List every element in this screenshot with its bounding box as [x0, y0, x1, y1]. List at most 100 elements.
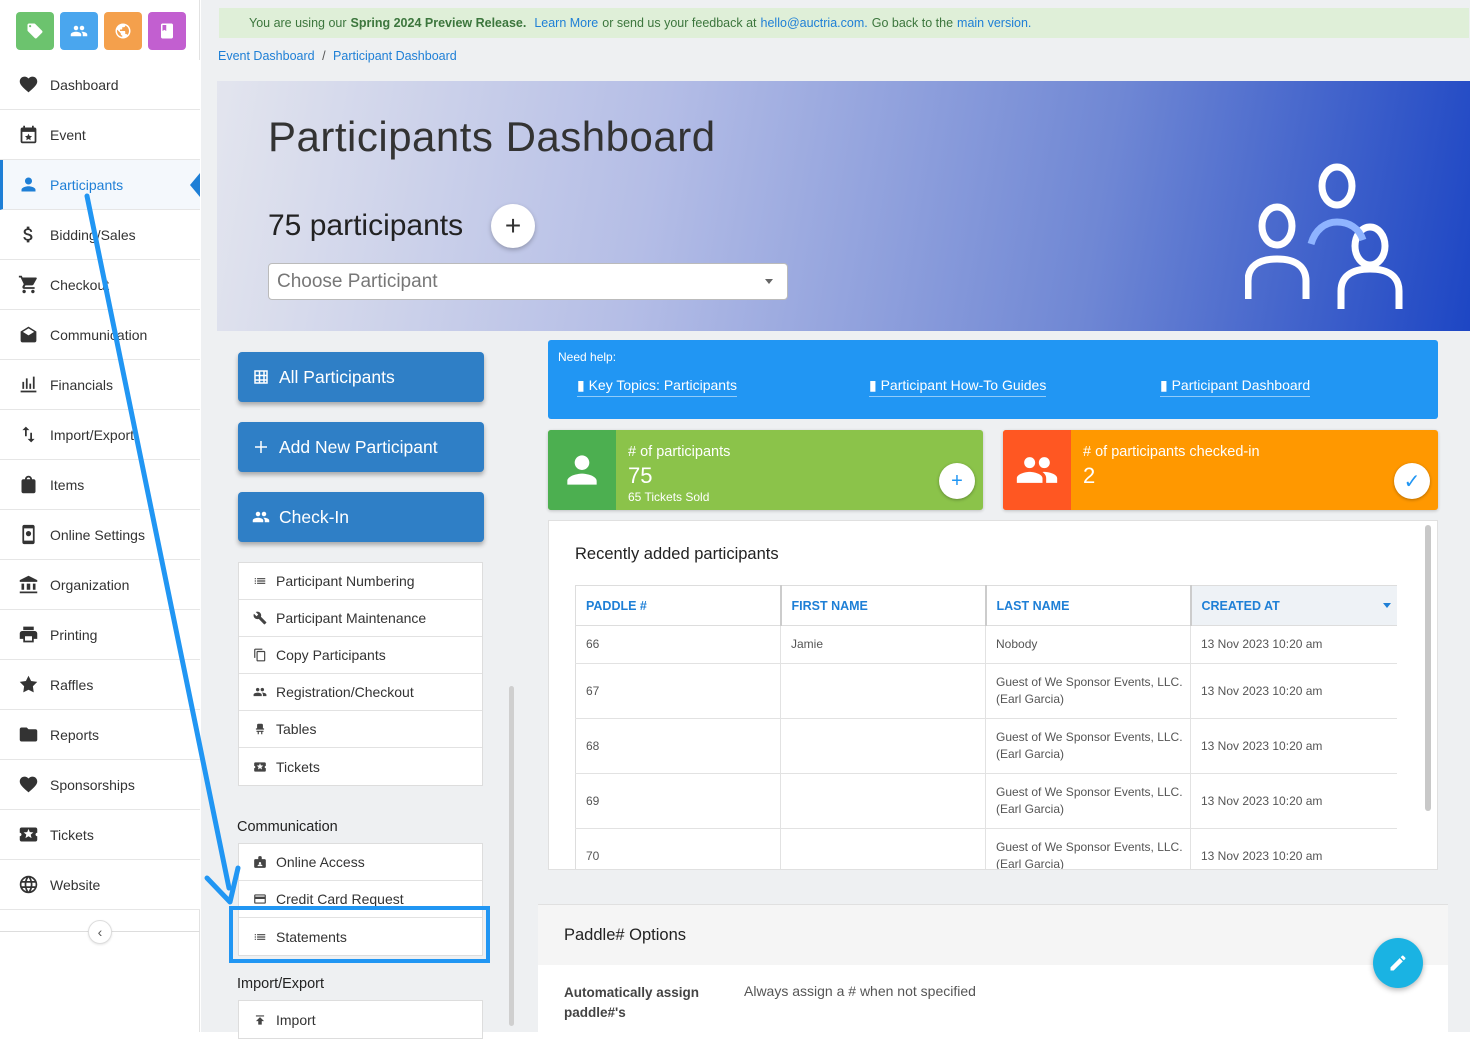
stat-value: 75: [628, 463, 653, 488]
menu-item-copy-participants[interactable]: Copy Participants: [239, 637, 482, 674]
printer-icon: [19, 626, 38, 643]
menu-item-import[interactable]: Import: [239, 1001, 482, 1038]
menu-item-participant-numbering[interactable]: Participant Numbering: [239, 563, 482, 600]
collapse-sidebar-button[interactable]: ‹: [88, 920, 112, 944]
column-header-last-name[interactable]: LAST NAME: [984, 585, 1191, 626]
auto-assign-label: Automatically assign paddle#'s: [564, 985, 700, 1020]
sidebar-item-printing[interactable]: Printing: [0, 610, 200, 660]
help-link-key-topics[interactable]: ▮ Key Topics: Participants: [577, 377, 737, 397]
chair-icon: [255, 723, 265, 735]
sidebar-item-communication[interactable]: Communication: [0, 310, 200, 360]
column-header-created-at[interactable]: CREATED AT: [1189, 585, 1397, 626]
sidebar-item-dashboard[interactable]: Dashboard: [0, 60, 200, 110]
tag-icon[interactable]: [16, 12, 54, 50]
cell-first: [780, 718, 986, 774]
feedback-email-link[interactable]: hello@auctria.com.: [761, 16, 868, 30]
menu-item-label: Credit Card Request: [276, 891, 404, 907]
banner-text-2: or send us your feedback at: [602, 16, 757, 30]
all-participants-label: All Participants: [279, 366, 395, 387]
sidebar-item-event[interactable]: Event: [0, 110, 200, 160]
table-row[interactable]: 69 Guest of We Sponsor Events, LLC. (Earl…: [575, 773, 1397, 829]
chart-icon: [20, 376, 37, 393]
sidebar-item-tickets[interactable]: Tickets: [0, 810, 200, 860]
main-version-link[interactable]: main version.: [957, 16, 1031, 30]
cell-paddle: 66: [575, 625, 781, 664]
table-row[interactable]: 66 Jamie Nobody 13 Nov 2023 10:20 am: [575, 625, 1397, 664]
book-icon[interactable]: [148, 12, 186, 50]
sidebar-item-reports[interactable]: Reports: [0, 710, 200, 760]
import-export-menu: Import: [238, 1000, 483, 1039]
handshake-icon: [19, 776, 38, 793]
menu-item-registration-checkout[interactable]: Registration/Checkout: [239, 674, 482, 711]
recent-scrollbar[interactable]: [1425, 525, 1431, 811]
sidebar-item-checkout[interactable]: Checkout: [0, 260, 200, 310]
menu-item-credit-card-request[interactable]: Credit Card Request: [239, 881, 482, 918]
sidebar-item-label: Tickets: [50, 826, 94, 843]
breadcrumb-participant-dashboard[interactable]: Participant Dashboard: [333, 49, 457, 63]
help-link-label: Participant Dashboard: [1171, 377, 1311, 393]
sidebar-item-raffles[interactable]: Raffles: [0, 660, 200, 710]
sidebar-item-label: Import/Export: [50, 426, 135, 443]
sidebar-item-label: Participants: [50, 176, 124, 193]
paddle-options-panel: Paddle# Options Automatically assign pad…: [538, 904, 1448, 1032]
add-participant-stat-button[interactable]: +: [939, 463, 975, 499]
table-row[interactable]: 68 Guest of We Sponsor Events, LLC. (Earl…: [575, 718, 1397, 774]
edit-button[interactable]: [1373, 938, 1423, 988]
stat-title: # of participants: [628, 444, 731, 460]
upload-icon: [255, 1014, 265, 1025]
all-participants-button[interactable]: All Participants: [238, 352, 484, 402]
bag-icon: [21, 475, 36, 494]
sidebar-item-financials[interactable]: Financials: [0, 360, 200, 410]
banner-text-3: Go back to the: [871, 16, 954, 30]
breadcrumb-event-dashboard[interactable]: Event Dashboard: [218, 49, 315, 63]
column-header-first-name[interactable]: FIRST NAME: [779, 585, 986, 626]
menu-item-statements[interactable]: Statements: [239, 918, 482, 955]
main-content: You are using our Spring 2024 Preview Re…: [201, 0, 1470, 1039]
cell-last: Guest of We Sponsor Events, LLC. (Earl G…: [985, 828, 1191, 869]
cell-last: Guest of We Sponsor Events, LLC. (Earl G…: [985, 773, 1191, 829]
help-link-dashboard[interactable]: ▮ Participant Dashboard: [1160, 377, 1311, 397]
add-new-participant-button[interactable]: Add New Participant: [238, 422, 484, 472]
table-row[interactable]: 70 Guest of We Sponsor Events, LLC. (Earl…: [575, 828, 1397, 869]
column-header-paddle[interactable]: PADDLE #: [575, 585, 781, 626]
people-icon: [252, 511, 270, 523]
globe-icon[interactable]: [104, 12, 142, 50]
left-panel-scrollbar[interactable]: [509, 686, 514, 1026]
sidebar-item-website[interactable]: Website: [0, 860, 200, 910]
sidebar-item-participants[interactable]: Participants: [0, 160, 200, 210]
wrench-icon: [253, 611, 267, 625]
add-new-participant-label: Add New Participant: [279, 436, 438, 457]
sidebar-item-organization[interactable]: Organization: [0, 560, 200, 610]
sidebar-item-bidding-sales[interactable]: Bidding/Sales: [0, 210, 200, 260]
banner-release: Spring 2024 Preview Release.: [350, 16, 527, 30]
check-in-stat-button[interactable]: ✓: [1394, 463, 1430, 499]
sidebar-item-import-export[interactable]: Import/Export: [0, 410, 200, 460]
cell-last: Nobody: [985, 625, 1191, 664]
hero-header: Participants Dashboard 75 participants +…: [217, 81, 1470, 331]
sidebar-item-items[interactable]: Items: [0, 460, 200, 510]
building-icon: [19, 575, 38, 594]
preview-banner: You are using our Spring 2024 Preview Re…: [219, 8, 1469, 38]
menu-item-online-access[interactable]: Online Access: [239, 844, 482, 881]
help-link-how-to[interactable]: ▮ Participant How-To Guides: [869, 377, 1047, 397]
sidebar-item-label: Sponsorships: [50, 776, 135, 793]
people-illustration-icon: [1245, 163, 1403, 309]
sidebar-item-sponsorships[interactable]: Sponsorships: [0, 760, 200, 810]
people-icon[interactable]: [60, 12, 98, 50]
menu-item-tickets[interactable]: Tickets: [239, 748, 482, 785]
app-tiles: [16, 12, 186, 50]
sidebar-item-label: Organization: [50, 576, 130, 593]
sidebar-item-label: Printing: [50, 626, 98, 643]
table-row[interactable]: 67 Guest of We Sponsor Events, LLC. (Earl…: [575, 663, 1397, 719]
menu-item-label: Online Access: [276, 854, 365, 870]
menu-item-tables[interactable]: Tables: [239, 711, 482, 748]
learn-more-link[interactable]: Learn More: [534, 16, 598, 30]
left-action-panel: All Participants Add New Participant Che…: [217, 331, 519, 1039]
menu-item-participant-maintenance[interactable]: Participant Maintenance: [239, 600, 482, 637]
choose-participant-select[interactable]: Choose Participant: [268, 263, 788, 300]
participant-tools-menu: Participant Numbering Participant Mainten…: [238, 562, 483, 786]
add-participant-round-button[interactable]: +: [491, 204, 535, 248]
sidebar-item-online-settings[interactable]: Online Settings: [0, 510, 200, 560]
check-in-button[interactable]: Check-In: [238, 492, 484, 542]
sidebar-item-label: Items: [50, 476, 85, 493]
